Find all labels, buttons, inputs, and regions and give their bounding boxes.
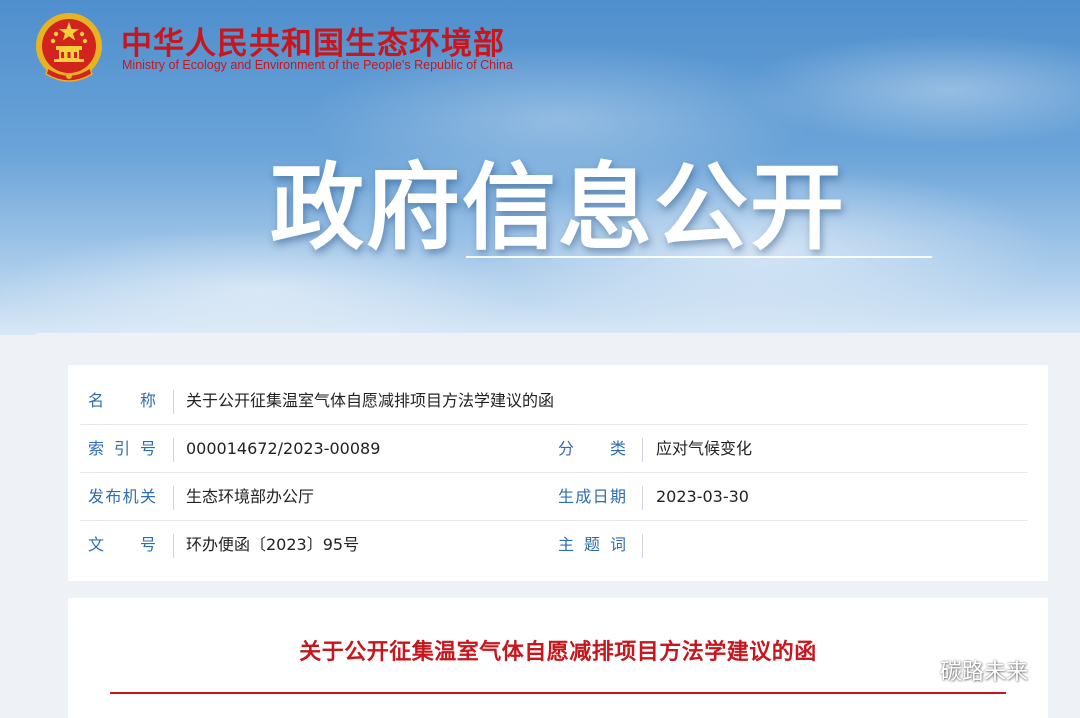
divider bbox=[642, 438, 643, 462]
divider bbox=[173, 486, 174, 510]
publisher-value: 生态环境部办公厅 bbox=[186, 487, 315, 506]
topic-label: 主题词 bbox=[558, 535, 626, 554]
date-value: 2023-03-30 bbox=[656, 487, 749, 506]
national-emblem-icon bbox=[36, 13, 102, 82]
docno-value: 环办便函〔2023〕95号 bbox=[186, 535, 360, 554]
document-title-rule bbox=[110, 692, 1006, 694]
divider bbox=[642, 486, 643, 510]
date-label: 生成日期 bbox=[558, 487, 626, 506]
wechat-icon bbox=[894, 655, 933, 683]
ministry-name-en: Ministry of Ecology and Environment of t… bbox=[122, 58, 513, 72]
divider bbox=[173, 390, 174, 414]
banner-title-underline bbox=[466, 256, 932, 258]
divider bbox=[173, 438, 174, 462]
name-label: 名称 bbox=[88, 391, 156, 410]
watermark: 碳路未来 bbox=[894, 652, 1028, 688]
docno-label: 文号 bbox=[88, 535, 156, 554]
metadata-row-publisher: 发布机关 生态环境部办公厅 生成日期 2023-03-30 bbox=[80, 473, 1028, 521]
banner-title: 政府信息公开 bbox=[270, 154, 847, 263]
metadata-row-docno: 文号 环办便函〔2023〕95号 主题词 bbox=[80, 521, 1028, 569]
index-value: 000014672/2023-00089 bbox=[186, 439, 381, 458]
divider bbox=[642, 534, 643, 558]
metadata-card: 名称 关于公开征集温室气体自愿减排项目方法学建议的函 索引号 000014672… bbox=[68, 365, 1048, 581]
category-value: 应对气候变化 bbox=[656, 439, 753, 458]
ministry-name-cn: 中华人民共和国生态环境部 bbox=[121, 26, 505, 62]
divider bbox=[173, 534, 174, 558]
watermark-text: 碳路未来 bbox=[940, 660, 1029, 685]
header-banner: 中华人民共和国生态环境部 Ministry of Ecology and Env… bbox=[0, 0, 1080, 335]
category-label: 分类 bbox=[558, 439, 626, 458]
index-label: 索引号 bbox=[88, 439, 156, 458]
metadata-row-index: 索引号 000014672/2023-00089 分类 应对气候变化 bbox=[80, 425, 1028, 473]
publisher-label: 发布机关 bbox=[88, 487, 156, 506]
metadata-row-name: 名称 关于公开征集温室气体自愿减排项目方法学建议的函 bbox=[80, 377, 1028, 425]
name-value: 关于公开征集温室气体自愿减排项目方法学建议的函 bbox=[186, 391, 555, 410]
